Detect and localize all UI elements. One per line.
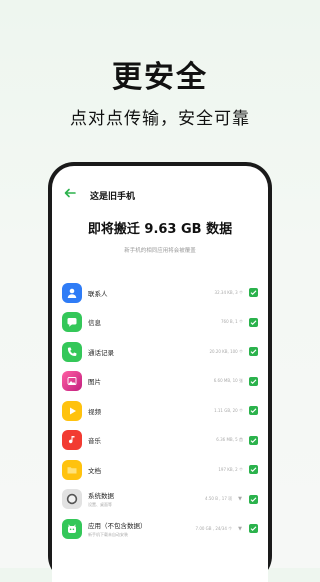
list-item[interactable]: 应用（不包含数据） 新手机下载未自动安装 7.00 GB , 24/34 个 ▼: [62, 514, 258, 544]
settings-icon: [62, 489, 82, 510]
item-size: 197 KB, 2 个: [218, 466, 243, 472]
phone-screen: 这是旧手机 即将搬迁 9.63 GB 数据 新手机的相同应用将会被覆盖 联系人 …: [52, 166, 268, 582]
item-name: 视频: [88, 407, 101, 416]
headline: 更安全: [112, 60, 208, 95]
item-size: 4.50 B , 17 项: [205, 496, 233, 502]
subheadline: 点对点传输，安全可靠: [70, 109, 250, 129]
folder-icon: [62, 459, 82, 480]
overwrite-note: 新手机的相同应用将会被覆盖: [124, 248, 196, 254]
item-name: 文档: [88, 466, 101, 475]
item-size: 6.36 MB, 5 首: [216, 437, 243, 443]
item-size: 6.60 MB, 10 张: [213, 378, 243, 384]
phone-icon: [62, 341, 82, 362]
checkbox[interactable]: [249, 288, 258, 298]
chevron-down-icon[interactable]: ▼: [238, 496, 242, 502]
gallery-icon: [62, 371, 82, 392]
item-size: 760 B, 1 个: [220, 319, 243, 325]
checkbox[interactable]: [249, 494, 258, 504]
checkbox[interactable]: [249, 435, 258, 445]
list-item[interactable]: 联系人 32.34 KB, 3 个: [62, 278, 258, 308]
list-item[interactable]: 通话记录 20.20 KB, 100 个: [62, 337, 258, 367]
video-icon: [62, 400, 82, 421]
checkbox[interactable]: [249, 347, 258, 357]
list-item[interactable]: 文档 197 KB, 2 个: [62, 455, 258, 485]
item-subtitle: 设置、桌面等: [88, 502, 112, 508]
item-name: 音乐: [88, 437, 101, 446]
list-item[interactable]: 音乐 6.36 MB, 5 首: [62, 426, 258, 456]
item-size: 1.11 GB, 20 个: [214, 407, 243, 413]
nav-title: 这是旧手机: [90, 191, 136, 202]
checkbox[interactable]: [249, 524, 258, 534]
nav-bar: 这是旧手机: [64, 187, 256, 203]
item-name: 系统数据: [88, 492, 114, 501]
list-item[interactable]: 信息 760 B, 1 个: [62, 308, 258, 338]
list-item[interactable]: 图片 6.60 MB, 10 张: [62, 367, 258, 397]
list-item[interactable]: 系统数据 设置、桌面等 4.50 B , 17 项 ▼: [62, 485, 258, 515]
phone-frame: 这是旧手机 即将搬迁 9.63 GB 数据 新手机的相同应用将会被覆盖 联系人 …: [48, 162, 272, 582]
item-name: 联系人: [88, 289, 108, 298]
checkbox[interactable]: [249, 465, 258, 475]
checkbox[interactable]: [249, 406, 258, 416]
arrow-left-icon[interactable]: [64, 187, 80, 203]
app-icon: [62, 518, 82, 539]
item-size: 32.34 KB, 3 个: [214, 289, 243, 295]
item-name: 应用（不包含数据）: [88, 521, 147, 530]
list-item[interactable]: 视频 1.11 GB, 20 个: [62, 396, 258, 426]
item-name: 信息: [88, 319, 101, 328]
item-size: 20.20 KB, 100 个: [209, 348, 243, 354]
message-icon: [62, 312, 82, 333]
migration-summary-title: 即将搬迁 9.63 GB 数据: [87, 222, 233, 237]
music-icon: [62, 430, 82, 451]
data-category-list: 联系人 32.34 KB, 3 个 信息 760 B, 1 个 通话记录 20.…: [62, 278, 258, 544]
contacts-icon: [62, 282, 82, 303]
item-size: 7.00 GB , 24/34 个: [195, 525, 233, 531]
item-subtitle: 新手机下载未自动安装: [88, 531, 128, 537]
item-name: 通话记录: [88, 348, 114, 357]
item-name: 图片: [88, 378, 101, 387]
checkbox[interactable]: [249, 376, 258, 386]
checkbox[interactable]: [249, 317, 258, 327]
chevron-down-icon[interactable]: ▼: [238, 526, 242, 532]
